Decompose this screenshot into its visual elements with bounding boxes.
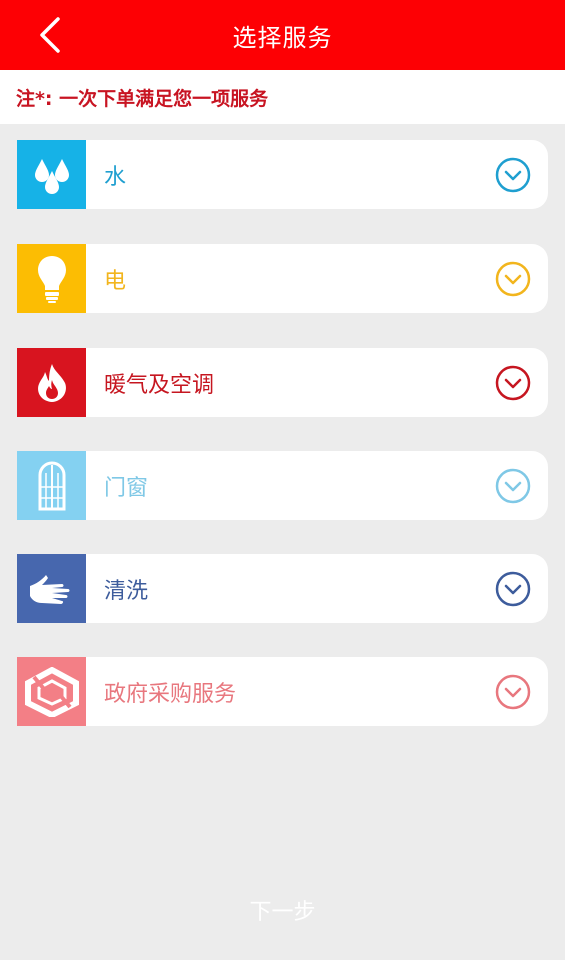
chevron-down-icon — [495, 261, 531, 297]
hexagon-logo-icon — [17, 657, 86, 726]
service-label-cleaning: 清洗 — [104, 578, 149, 604]
chevron-left-icon — [40, 17, 60, 53]
service-label-gov-procurement: 政府采购服务 — [104, 681, 237, 707]
page-title: 选择服务 — [232, 23, 333, 52]
order-note: 注*: 一次下单满足您一项服务 — [0, 70, 565, 124]
chevron-down-icon — [495, 571, 531, 607]
service-item-electricity[interactable]: 电 — [17, 244, 548, 313]
service-item-cleaning[interactable]: 清洗 — [17, 554, 548, 623]
next-step-button[interactable]: 下一步 — [0, 880, 565, 940]
service-item-heating-ac[interactable]: 暖气及空调 — [17, 348, 548, 417]
order-note-text: 注*: 一次下单满足您一项服务 — [16, 87, 269, 110]
chevron-down-icon — [495, 674, 531, 710]
window-icon — [17, 451, 86, 520]
water-drops-icon — [17, 140, 86, 209]
service-label-water: 水 — [104, 164, 127, 190]
flame-icon — [17, 348, 86, 417]
service-item-doors-windows[interactable]: 门窗 — [17, 451, 548, 520]
back-button[interactable] — [30, 14, 70, 56]
app-header: 选择服务 — [0, 0, 565, 70]
service-label-electricity: 电 — [104, 268, 127, 294]
service-item-gov-procurement[interactable]: 政府采购服务 — [17, 657, 548, 726]
light-bulb-icon — [17, 244, 86, 313]
service-item-water[interactable]: 水 — [17, 140, 548, 209]
service-label-heating-ac: 暖气及空调 — [104, 372, 215, 398]
glove-icon — [17, 554, 86, 623]
chevron-down-icon — [495, 365, 531, 401]
chevron-down-icon — [495, 468, 531, 504]
service-label-doors-windows: 门窗 — [104, 475, 149, 501]
chevron-down-icon — [495, 157, 531, 193]
